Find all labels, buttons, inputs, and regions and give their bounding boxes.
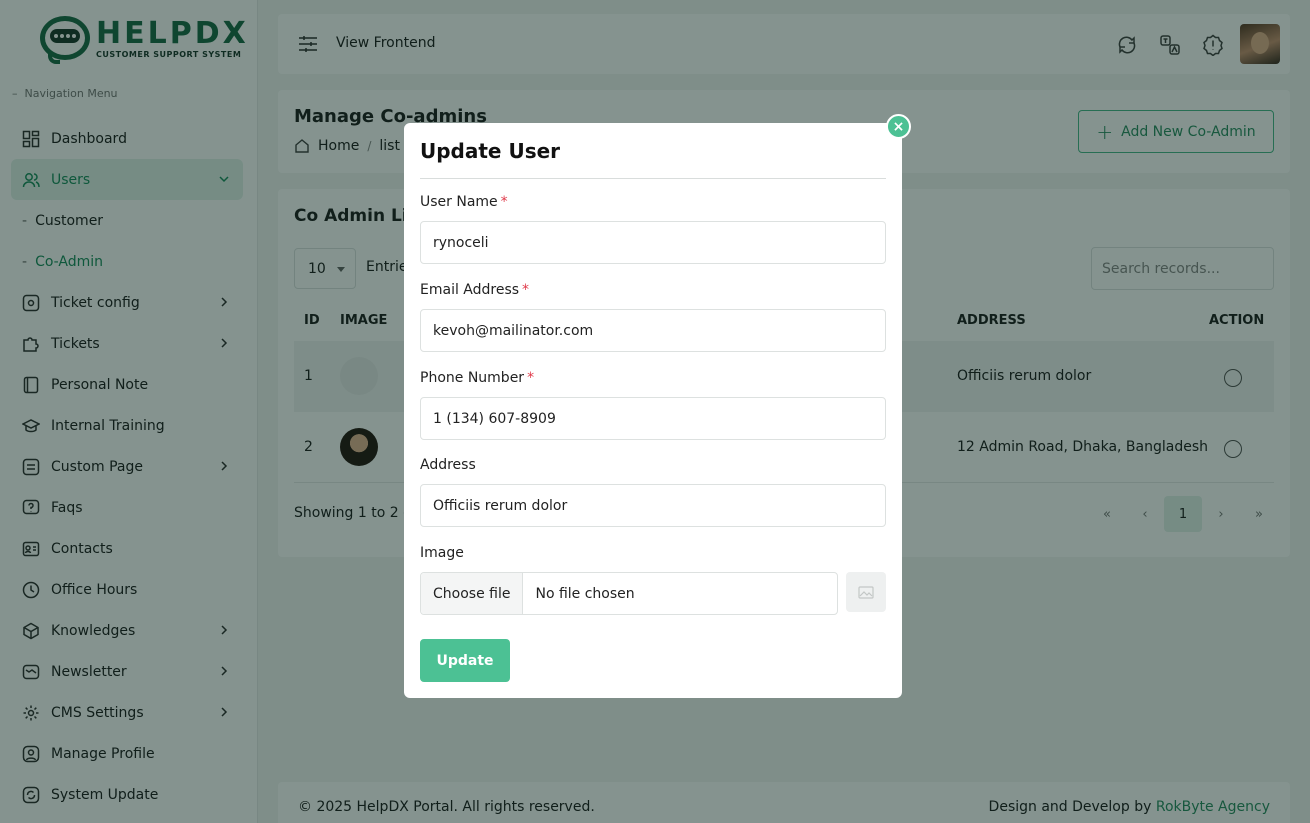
username-field[interactable]: rynoceli — [420, 221, 886, 264]
email-label: Email Address * — [420, 282, 530, 298]
update-user-modal: Update User User Name * rynoceli Email Ad… — [404, 123, 902, 698]
username-label: User Name * — [420, 194, 508, 210]
address-field[interactable]: Officiis rerum dolor — [420, 484, 886, 527]
modal-title: Update User — [420, 139, 561, 163]
address-label: Address — [420, 457, 476, 473]
image-label: Image — [420, 545, 464, 561]
close-icon[interactable]: × — [886, 114, 911, 139]
email-field[interactable]: kevoh@mailinator.com — [420, 309, 886, 352]
image-preview-icon — [846, 572, 886, 612]
image-file-input[interactable]: Choose file No file chosen — [420, 572, 838, 615]
phone-label: Phone Number * — [420, 370, 535, 386]
update-button[interactable]: Update — [420, 639, 510, 682]
phone-field[interactable]: 1 (134) 607-8909 — [420, 397, 886, 440]
file-status: No file chosen — [535, 585, 635, 602]
choose-file-button[interactable]: Choose file — [421, 573, 524, 614]
divider — [420, 178, 886, 179]
